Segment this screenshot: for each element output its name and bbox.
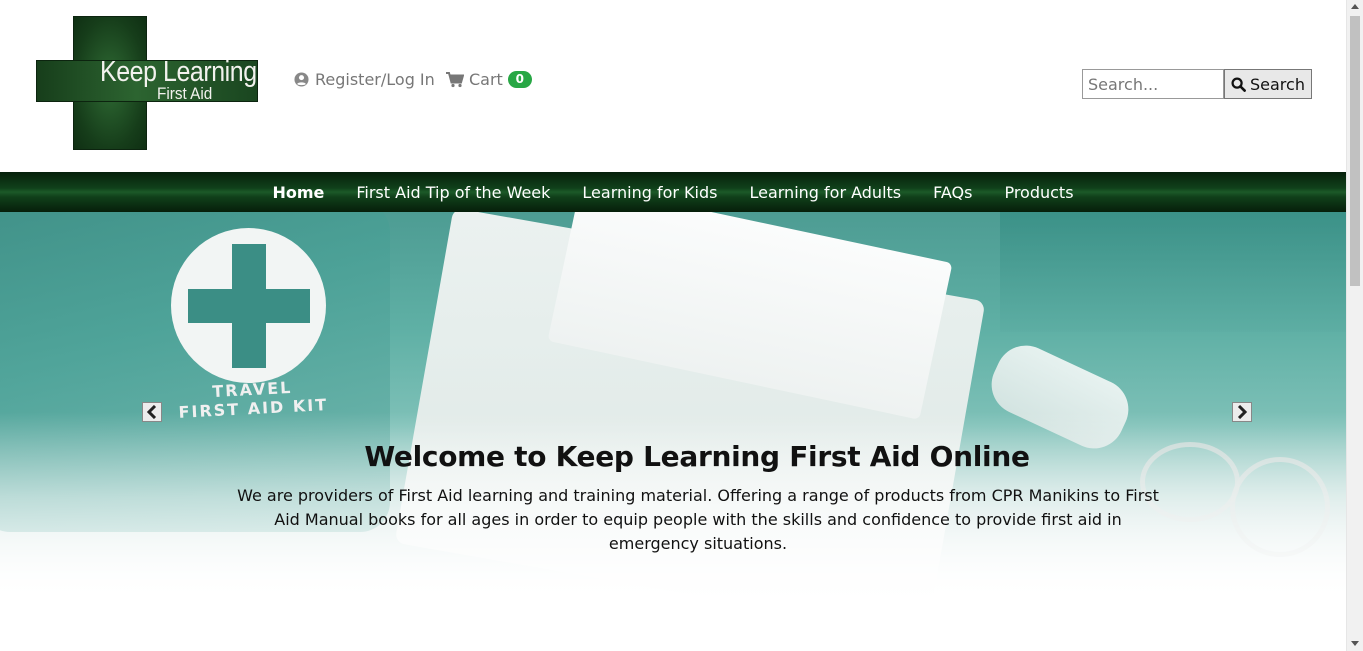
nav-item-products[interactable]: Products: [988, 183, 1089, 202]
scroll-up-arrow-icon[interactable]: [1351, 4, 1359, 9]
chevron-left-icon: [146, 405, 157, 419]
search-input[interactable]: [1082, 69, 1224, 99]
site-header: Keep Learning First Aid Register/Log In …: [0, 0, 1346, 172]
shopping-cart-icon: [446, 71, 464, 87]
main-nav: Home First Aid Tip of the Week Learning …: [0, 172, 1346, 212]
logo-text-line2: First Aid: [157, 84, 213, 103]
hero-description: We are providers of First Aid learning a…: [237, 486, 1159, 553]
carousel-next-button[interactable]: [1232, 402, 1252, 422]
hero-title: Welcome to Keep Learning First Aid Onlin…: [364, 440, 1030, 473]
register-login-label: Register/Log In: [315, 70, 435, 89]
register-login-link[interactable]: Register/Log In: [294, 70, 435, 89]
page-scrollbar[interactable]: [1346, 0, 1363, 651]
carousel-prev-button[interactable]: [142, 402, 162, 422]
cart-link[interactable]: Cart 0: [446, 70, 532, 89]
user-circle-icon: [294, 72, 309, 87]
search-button-label: Search: [1250, 74, 1305, 94]
cart-label: Cart: [469, 70, 503, 89]
nav-item-faqs[interactable]: FAQs: [917, 183, 988, 202]
cart-count-badge: 0: [507, 71, 532, 88]
scroll-down-arrow-icon[interactable]: [1351, 641, 1359, 646]
nav-item-learning-kids[interactable]: Learning for Kids: [566, 183, 733, 202]
hero-kit-case: [1000, 212, 1346, 332]
chevron-right-icon: [1237, 405, 1248, 419]
nav-item-home[interactable]: Home: [256, 183, 340, 202]
site-logo[interactable]: Keep Learning First Aid: [36, 16, 258, 150]
search-form: Search: [1082, 69, 1312, 99]
search-button[interactable]: Search: [1224, 69, 1312, 99]
hero-carousel: TRAVEL FIRST AID KIT Welcome to Keep Lea…: [0, 212, 1346, 602]
nav-item-first-aid-tip[interactable]: First Aid Tip of the Week: [340, 183, 566, 202]
scrollbar-thumb[interactable]: [1350, 16, 1360, 286]
first-aid-cross-horizontal: [188, 289, 310, 323]
search-icon: [1231, 76, 1246, 92]
nav-item-learning-adults[interactable]: Learning for Adults: [733, 183, 917, 202]
